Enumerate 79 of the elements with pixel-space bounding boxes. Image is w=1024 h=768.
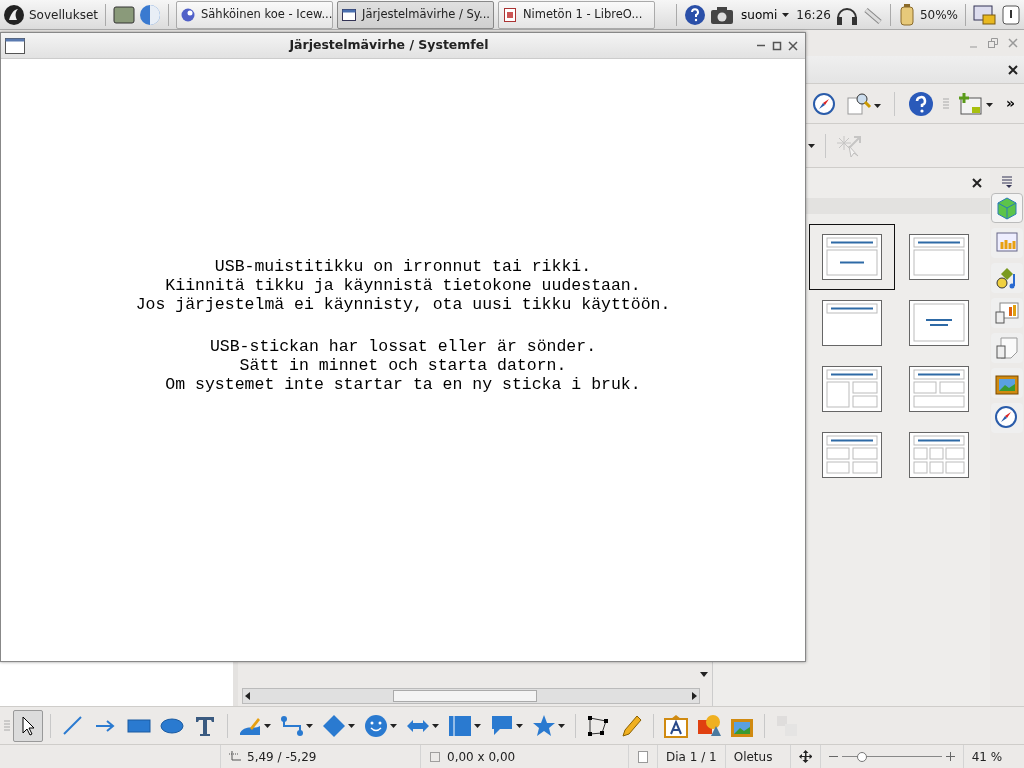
sidebar-tab[interactable]	[991, 263, 1023, 293]
size-icon	[429, 750, 441, 763]
caret-icon	[516, 723, 523, 728]
caret-icon	[432, 723, 439, 728]
start-menu-label[interactable]: Sovellukset	[29, 5, 98, 24]
caret-icon[interactable]	[808, 143, 815, 148]
globe-icon	[181, 7, 195, 22]
clock-label: 16:26	[796, 6, 831, 24]
menu-logo-icon[interactable]	[3, 3, 25, 26]
toolbar-overflow-button[interactable]: »	[1002, 93, 1018, 114]
error-message: USB-stickan har lossat eller är sönder. Sätt in minnet och starta datorn. Om systemet inte startar ta en ny sticka i bruk.	[164, 337, 642, 394]
sidebar-tab[interactable]	[991, 193, 1023, 223]
size-label: 0,00 x 0,00	[447, 748, 516, 766]
cube-icon	[995, 196, 1019, 220]
battery-label: 50%%	[919, 6, 958, 24]
sidebar-tab[interactable]	[991, 368, 1023, 398]
document-modified-icon	[637, 750, 649, 763]
layout-thumbnail[interactable]	[809, 224, 895, 290]
position-label: 5,49 / -5,29	[247, 748, 317, 766]
camera-icon[interactable]	[710, 4, 735, 25]
diamond-icon	[322, 713, 346, 738]
minimize-icon	[756, 44, 766, 47]
keyboard-layout-button[interactable]: suomi	[738, 5, 793, 24]
select-tool-button[interactable]	[13, 709, 43, 742]
toolbar-handle-icon	[942, 97, 949, 110]
close-icon[interactable]	[972, 178, 982, 188]
desktop-icon[interactable]	[113, 4, 135, 25]
close-button[interactable]	[785, 40, 801, 51]
zoom-in-icon[interactable]	[945, 752, 955, 761]
zoom-percent-label: 41 %	[971, 748, 1003, 766]
battery-icon	[897, 2, 916, 27]
close-icon[interactable]	[1008, 64, 1018, 75]
caret-icon	[474, 723, 481, 728]
chart-icon	[995, 231, 1019, 255]
slide-number-label: Dia 1 / 1	[666, 748, 717, 766]
caret-icon	[782, 12, 790, 17]
scroll-right-icon	[689, 691, 699, 701]
position-icon	[229, 750, 241, 763]
sidebar-tab[interactable]	[991, 298, 1023, 328]
power-icon[interactable]	[1001, 3, 1021, 26]
horizontal-scrollbar[interactable]	[242, 688, 700, 704]
document-icon	[503, 7, 517, 22]
star-icon	[532, 713, 556, 738]
zoom-slider-thumb[interactable]	[856, 751, 867, 762]
caret-icon	[264, 723, 271, 728]
smiley-icon	[364, 713, 388, 738]
move-icon	[798, 750, 812, 763]
master-slide-label: Oletus	[733, 748, 773, 766]
menu-icon[interactable]	[1001, 176, 1013, 188]
zoom-slider[interactable]	[841, 750, 942, 763]
navigator-icon	[995, 406, 1019, 430]
maximize-icon	[772, 40, 782, 51]
pencil-icon	[619, 713, 643, 738]
window-icon	[5, 37, 25, 54]
shapes-icon	[697, 713, 721, 738]
taskbar-button[interactable]: Sähköinen koe - Icew...	[176, 0, 333, 29]
caret-icon	[348, 723, 355, 728]
help-icon[interactable]	[684, 3, 707, 26]
sidebar-tab[interactable]	[991, 403, 1023, 433]
callout-icon	[490, 713, 514, 738]
taskbar-button[interactable]: Järjestelmävirhe / Sy...	[337, 0, 494, 29]
flowchart-icon	[448, 713, 472, 738]
points-icon	[586, 713, 610, 738]
taskbar-button[interactable]: Nimetön 1 - LibreO...	[498, 0, 655, 29]
window-icon	[342, 7, 356, 22]
scroll-left-icon	[243, 691, 253, 701]
globe-icon[interactable]	[139, 3, 161, 26]
caret-icon	[558, 723, 565, 728]
close-icon	[788, 40, 798, 51]
toolbar-handle-icon	[4, 719, 10, 732]
connector-icon	[280, 713, 304, 738]
scrollbar-thumb[interactable]	[393, 690, 537, 702]
error-message: USB-muistitikku on irronnut tai rikki. Kiinnitä tikku ja käynnistä tietokone uudestaan. Jos järjestelmä ei käynnisty, ota uusi tikku käyttöön.	[134, 257, 672, 314]
caret-icon	[390, 723, 397, 728]
note-icon	[995, 336, 1019, 360]
dialog-title: Järjestelmävirhe / Systemfel	[287, 36, 490, 55]
caret-icon	[306, 723, 313, 728]
chart-slide-icon	[995, 301, 1019, 325]
fontwork-icon	[664, 713, 688, 738]
